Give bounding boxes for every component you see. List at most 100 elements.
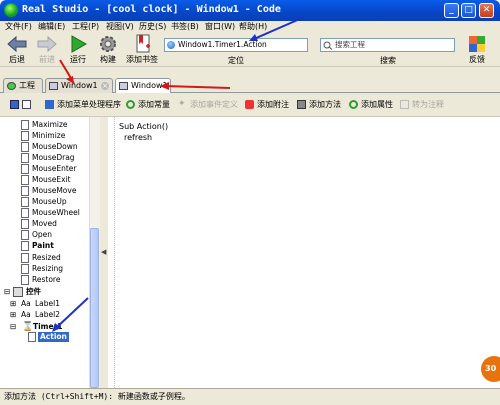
tree-event-mouseup[interactable]: MouseUp [21,197,67,207]
minimize-button[interactable]: _ [444,3,459,18]
tree-event-mousedrag[interactable]: MouseDrag [21,153,75,163]
tree-control-label1-icon: Aa [21,299,31,308]
tree-event-label: MouseUp [32,197,67,206]
method-signature: Sub Action() [119,122,169,131]
add-note-button[interactable]: 添加附注 [245,99,289,110]
menu-bookmarks[interactable]: 书签(B) [171,21,199,33]
tree-event-restore[interactable]: Restore [21,275,60,285]
menu-file[interactable]: 文件(F) [5,21,32,33]
label1-expand-toggle[interactable]: ⊞ [10,299,16,309]
view-toggle-icon[interactable] [10,100,19,109]
tree-event-resizing[interactable]: Resizing [21,264,64,274]
menu-edit[interactable]: 编辑(E) [38,21,65,33]
controls-collapse-toggle[interactable]: ⊟ [4,287,10,297]
window-tab-icon [49,82,58,90]
tree-event-label: MouseMove [32,186,77,195]
tree-event-mousedown[interactable]: MouseDown [21,142,78,152]
search-input[interactable]: 搜索工程 [320,38,455,52]
tree-event-open[interactable]: Open [21,230,52,240]
tree-event-moved[interactable]: Moved [21,219,57,229]
code-line[interactable]: refresh [124,133,152,142]
forward-arrow-icon [36,34,58,54]
label2-expand-toggle[interactable]: ⊞ [10,310,16,320]
forward-label: 前进 [39,55,55,64]
tab-window1-layout[interactable]: Window1 × [45,78,113,93]
code-browser-tree[interactable]: Maximize Minimize MouseDown MouseDrag Mo… [0,117,100,388]
tab-project-label: 工程 [19,81,35,90]
tree-scrollbar-thumb[interactable] [90,228,99,388]
convert-comment-button[interactable]: 转为注释 [400,99,444,110]
tree-control-label2-icon: Aa [21,310,31,319]
tree-event-resized[interactable]: Resized [21,253,61,263]
event-doc-icon [21,253,29,263]
tree-timer-action-selected[interactable]: Action [28,332,69,342]
tab-close-icon[interactable]: × [101,82,109,90]
bookmark-icon [131,34,153,54]
tree-control-label1[interactable]: Label1 [35,299,60,309]
tree-event-mousemove[interactable]: MouseMove [21,186,77,196]
event-doc-icon [21,120,29,130]
tree-event-label: Moved [32,219,57,228]
constant-icon [126,100,135,109]
close-button[interactable]: ✕ [479,3,494,18]
tree-event-mousewheel[interactable]: MouseWheel [21,208,80,218]
view-toggle-alt-icon[interactable] [22,100,31,109]
event-doc-icon [21,241,29,251]
tree-controls-label: 控件 [26,287,41,296]
menu-help[interactable]: 帮助(H) [239,21,267,33]
forward-button[interactable]: 前进 [35,34,59,65]
tree-event-mouseexit[interactable]: MouseExit [21,175,71,185]
event-doc-icon [21,186,29,196]
menu-bar: 文件(F) 编辑(E) 工程(P) 视图(V) 历史(S) 书签(B) 窗口(W… [0,21,500,33]
tab-window1-code-label: Window1 [131,81,168,90]
note-icon [245,100,254,109]
maximize-button[interactable]: □ [461,3,476,18]
feedback-icon [466,34,488,54]
tree-control-label2[interactable]: Label2 [35,310,60,320]
tree-controls-group[interactable]: 控件 [13,287,41,297]
add-menu-handler-button[interactable]: 添加菜单处理程序 [45,99,121,110]
back-button[interactable]: 后退 [5,34,29,65]
event-doc-icon [21,208,29,218]
add-constant-label: 添加常量 [138,100,170,109]
tree-event-paint[interactable]: Paint [21,241,54,251]
tree-event-label: Minimize [32,131,66,140]
run-button[interactable]: 运行 [66,34,90,65]
add-constant-button[interactable]: 添加常量 [126,99,170,110]
hourglass-icon: ⌛ [22,322,34,332]
menu-project[interactable]: 工程(P) [72,21,99,33]
back-label: 后退 [9,55,25,64]
feedback-button[interactable]: 反馈 [462,34,492,65]
tab-project[interactable]: 工程 [3,78,43,93]
tree-event-mouseenter[interactable]: MouseEnter [21,164,76,174]
title-bar: Real Studio - [cool clock] - Window1 - C… [0,0,500,21]
tab-window1-code[interactable]: Window1 [115,78,171,94]
add-method-button[interactable]: 添加方法 [297,99,341,110]
code-editor[interactable] [108,117,500,388]
tree-control-timer1[interactable]: ⌛ Timer1 [22,322,63,332]
menu-view[interactable]: 视图(V) [106,21,134,33]
add-property-button[interactable]: 添加属性 [349,99,393,110]
method-icon [297,100,306,109]
collapse-pane-arrow-icon[interactable]: ◀ [101,248,106,256]
menu-history[interactable]: 历史(S) [139,21,166,33]
tree-event-minimize[interactable]: Minimize [21,131,66,141]
editor-toolbar: 添加菜单处理程序 添加常量 ✦ 添加事件定义 添加附注 添加方法 添加属性 转为… [0,93,500,117]
add-event-definition-button[interactable]: ✦ 添加事件定义 [178,99,238,110]
watermark-badge: 30 [481,356,500,382]
tree-event-maximize[interactable]: Maximize [21,120,68,130]
event-doc-icon [21,219,29,229]
build-label: 构建 [100,55,116,64]
tree-event-label: Resizing [32,264,64,273]
add-menu-handler-label: 添加菜单处理程序 [57,100,121,109]
location-label: 定位 [228,56,244,65]
event-doc-icon [21,230,29,240]
location-field[interactable]: Window1.Timer1.Action [164,38,308,52]
tree-action-label: Action [40,332,67,341]
build-button[interactable]: 构建 [96,34,120,65]
back-arrow-icon [6,34,28,54]
add-bookmark-button[interactable]: 添加书签 [124,34,160,65]
timer-collapse-toggle[interactable]: ⊟ [10,322,16,332]
event-doc-icon [21,197,29,207]
menu-window[interactable]: 窗口(W) [205,21,235,33]
